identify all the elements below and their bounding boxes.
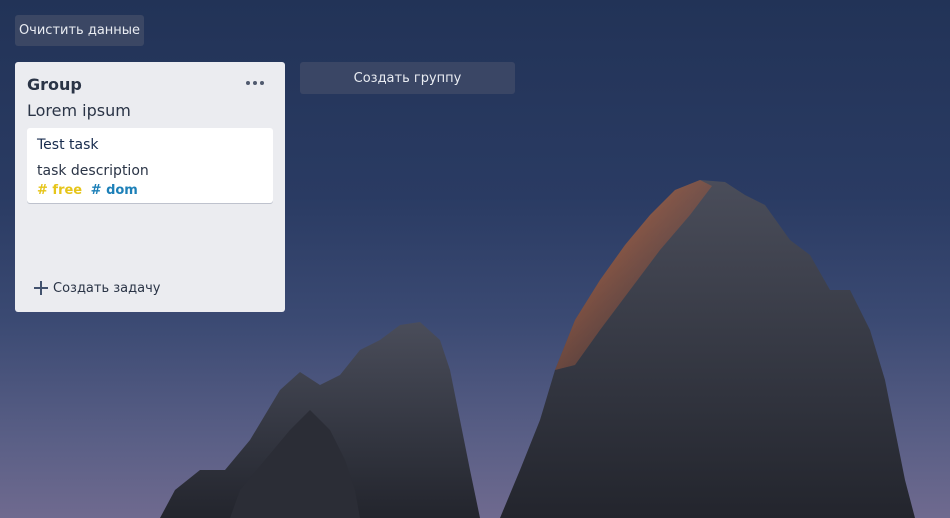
add-task-label: Создать задачу	[53, 280, 161, 296]
tag-free[interactable]: # free	[37, 183, 82, 198]
more-horizontal-icon[interactable]	[243, 74, 267, 92]
tag-dom[interactable]: # dom	[91, 183, 138, 198]
create-group-button[interactable]: Создать группу	[300, 62, 515, 94]
task-tags: # free # dom	[37, 183, 142, 198]
group-column: Group Lorem ipsum Test task task descrip…	[15, 62, 285, 312]
board: Очистить данные Group Lorem ipsum Test t…	[0, 0, 950, 518]
group-title[interactable]: Group	[27, 75, 82, 94]
task-description: task description	[37, 163, 149, 179]
group-subtitle: Lorem ipsum	[27, 101, 131, 120]
plus-icon	[34, 281, 48, 295]
task-title: Test task	[37, 137, 99, 153]
clear-data-button[interactable]: Очистить данные	[15, 15, 144, 46]
task-card[interactable]: Test task task description # free # dom	[27, 128, 273, 203]
add-task-button[interactable]: Создать задачу	[34, 279, 160, 297]
